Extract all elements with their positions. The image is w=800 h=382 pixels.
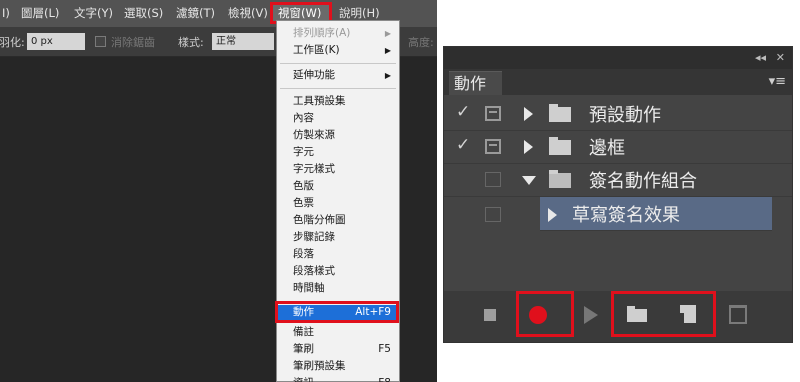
menu-item-info[interactable]: 資訊 F8 xyxy=(277,376,399,382)
folder-icon xyxy=(549,104,571,122)
submenu-arrow-icon: ▶ xyxy=(384,46,391,55)
menu-item-character-styles[interactable]: 字元樣式 xyxy=(277,162,399,177)
window-menu-dropdown: 排列順序(A) ▶ 工作區(K) ▶ 延伸功能 ▶ 工具預設集 內容 仿製來源 … xyxy=(275,20,400,382)
antialias-checkbox[interactable] xyxy=(95,36,106,47)
action-set-label: 簽名動作組合 xyxy=(589,171,697,192)
menu-image-partial[interactable]: I) xyxy=(2,4,10,22)
menu-item-notes[interactable]: 備註 xyxy=(277,325,399,340)
tab-actions[interactable]: 動作 xyxy=(449,71,502,95)
action-set-row[interactable]: 簽名動作組合 xyxy=(444,164,792,197)
menu-item-properties[interactable]: 內容 xyxy=(277,111,399,126)
panel-toolbar xyxy=(444,291,792,342)
menu-item-label: 資訊 xyxy=(293,377,314,382)
menu-item-label: 工作區(K) xyxy=(293,44,340,56)
antialias-label: 消除鋸齒 xyxy=(111,36,155,49)
height-label: 高度: xyxy=(408,36,434,49)
feather-label: 羽化: xyxy=(0,36,25,49)
menu-divider xyxy=(280,88,396,89)
menu-item-label: 延伸功能 xyxy=(293,69,335,81)
menu-item-extensions[interactable]: 延伸功能 ▶ xyxy=(277,68,399,83)
new-set-folder-icon[interactable] xyxy=(627,306,647,322)
actions-panel: ◂◂ ✕ 動作 ▾≡ ✓ 預設動作 ✓ 邊框 簽名動作組合 草寫簽名效果 xyxy=(443,46,793,343)
dialog-toggle-icon[interactable] xyxy=(485,172,501,187)
check-icon[interactable]: ✓ xyxy=(456,137,472,154)
folder-icon xyxy=(549,137,571,155)
trash-icon[interactable] xyxy=(729,305,747,324)
dialog-toggle-icon[interactable] xyxy=(485,106,501,121)
menu-item-timeline[interactable]: 時間軸 xyxy=(277,281,399,296)
menu-item-swatches[interactable]: 色票 xyxy=(277,196,399,211)
menu-item-channels[interactable]: 色版 xyxy=(277,179,399,194)
menu-select[interactable]: 選取(S) xyxy=(124,4,163,22)
submenu-arrow-icon: ▶ xyxy=(384,71,391,80)
action-set-label: 預設動作 xyxy=(589,105,661,126)
check-icon[interactable]: ✓ xyxy=(456,104,472,121)
collapse-arrow-icon[interactable] xyxy=(522,176,536,185)
action-label: 草寫簽名效果 xyxy=(572,205,680,226)
photoshop-window: I) 圖層(L) 文字(Y) 選取(S) 濾鏡(T) 檢視(V) 視窗(W) 說… xyxy=(0,0,437,382)
play-icon[interactable] xyxy=(584,306,598,324)
menu-item-brush[interactable]: 筆刷 F5 xyxy=(277,342,399,357)
action-set-row[interactable]: ✓ 預設動作 xyxy=(444,98,792,131)
actions-highlight-frame xyxy=(275,301,399,323)
panel-header: ◂◂ ✕ xyxy=(444,47,792,69)
expand-arrow-icon[interactable] xyxy=(524,107,533,121)
menu-item-tool-presets[interactable]: 工具預設集 xyxy=(277,94,399,109)
menu-layer[interactable]: 圖層(L) xyxy=(21,4,59,22)
action-set-label: 邊框 xyxy=(589,138,625,159)
menu-filter[interactable]: 濾鏡(T) xyxy=(176,4,215,22)
menu-item-brush-presets[interactable]: 筆刷預設集 xyxy=(277,359,399,374)
menu-item-label: 筆刷 xyxy=(293,343,314,355)
menu-item-label: 排列順序(A) xyxy=(293,27,351,39)
collapse-icon[interactable]: ◂◂ xyxy=(755,51,766,64)
expand-arrow-icon[interactable] xyxy=(524,140,533,154)
menu-item-history[interactable]: 步驟記錄 xyxy=(277,230,399,245)
new-action-icon[interactable] xyxy=(676,305,696,323)
menu-item-arrange: 排列順序(A) ▶ xyxy=(277,26,399,41)
menu-item-shortcut: F5 xyxy=(378,343,391,355)
dialog-toggle-icon[interactable] xyxy=(485,139,501,154)
style-select[interactable]: 正常 xyxy=(212,33,274,50)
feather-input[interactable]: 0 px xyxy=(27,33,85,50)
record-icon[interactable] xyxy=(529,306,547,324)
style-label: 樣式: xyxy=(178,36,204,49)
panel-tab-bar: 動作 ▾≡ xyxy=(444,69,792,95)
actions-list: ✓ 預設動作 ✓ 邊框 簽名動作組合 草寫簽名效果 xyxy=(444,95,792,291)
menu-item-paragraph[interactable]: 段落 xyxy=(277,247,399,262)
menu-item-workspace[interactable]: 工作區(K) ▶ xyxy=(277,43,399,58)
menu-item-clone-source[interactable]: 仿製來源 xyxy=(277,128,399,143)
menu-view[interactable]: 檢視(V) xyxy=(228,4,268,22)
expand-arrow-icon[interactable] xyxy=(548,208,557,222)
folder-open-icon xyxy=(549,170,571,188)
panel-menu-icon[interactable]: ▾≡ xyxy=(769,74,786,89)
stop-icon[interactable] xyxy=(484,309,496,321)
menu-item-character[interactable]: 字元 xyxy=(277,145,399,160)
menu-type[interactable]: 文字(Y) xyxy=(74,4,113,22)
submenu-arrow-icon: ▶ xyxy=(384,29,391,38)
action-set-row[interactable]: ✓ 邊框 xyxy=(444,131,792,164)
dialog-toggle-icon[interactable] xyxy=(485,207,501,222)
menu-item-shortcut: F8 xyxy=(378,376,391,382)
menu-item-histogram[interactable]: 色階分佈圖 xyxy=(277,213,399,228)
menu-divider xyxy=(280,63,396,64)
close-icon[interactable]: ✕ xyxy=(776,51,785,64)
action-row-selected[interactable]: 草寫簽名效果 xyxy=(540,197,772,231)
menu-item-paragraph-styles[interactable]: 段落樣式 xyxy=(277,264,399,279)
